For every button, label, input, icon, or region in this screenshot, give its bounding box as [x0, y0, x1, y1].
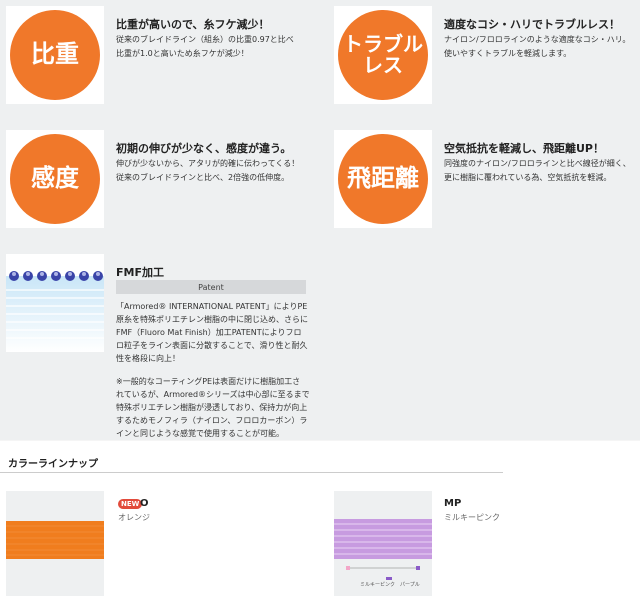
fmf-description: 「Armored® INTERNATIONAL PATENT」によりPE 原糸を…	[116, 302, 308, 363]
feature-icon-box: 感度	[6, 130, 104, 228]
swatch-label: ミルキーピンク パープル	[360, 582, 420, 588]
color-lineup-title: カラーラインナップ	[8, 459, 98, 470]
color-code: O	[140, 498, 149, 509]
fmf-diagram-image	[6, 254, 104, 352]
patent-label: Patent	[116, 280, 306, 294]
sensitivity-icon: 感度	[10, 134, 100, 224]
feature-title: 比重が高いので、糸フケ減少！	[116, 18, 270, 31]
new-badge: NEW	[118, 499, 143, 509]
specific-gravity-icon: 比重	[10, 10, 100, 100]
feature-icon-box: 比重	[6, 6, 104, 104]
feature-description: 従来のブレイドライン（組糸）の比重0.97と比べ 比重が1.0と高いため糸フケが…	[116, 35, 294, 58]
feature-title: 適度なコシ・ハリでトラブルレス！	[444, 18, 620, 31]
section-divider	[0, 472, 503, 473]
trouble-less-icon: トラブル レス	[338, 10, 428, 100]
color-swatch-orange	[6, 491, 104, 596]
feature-description: ナイロン/フロロラインのような適度なコシ・ハリ。 使いやすくトラブルを軽減します…	[444, 35, 631, 58]
casting-distance-icon: 飛距離	[338, 134, 428, 224]
feature-icon-box: トラブル レス	[334, 6, 432, 104]
feature-title: 空気抵抗を軽減し、飛距離UP！	[444, 142, 604, 155]
fmf-title: FMF加工	[116, 266, 164, 279]
feature-title: 初期の伸びが少なく、感度が違う。	[116, 142, 292, 155]
color-name: ミルキーピンク	[444, 513, 500, 522]
feature-icon-box: 飛距離	[334, 130, 432, 228]
feature-description: 同強度のナイロン/フロロラインと比べ線径が細く、 更に樹脂に覆われている為、空気…	[444, 159, 631, 182]
divider	[0, 440, 640, 441]
feature-description: 伸びが少ないから、アタリが的確に伝わってくる！ 従来のブレイドラインと比べ、2倍…	[116, 159, 300, 182]
color-name: オレンジ	[118, 513, 150, 522]
color-code: MP	[444, 498, 462, 509]
fmf-note: ※一般的なコーティングPEは表面だけに樹脂加工さ れているが、Armored®シ…	[116, 377, 310, 438]
